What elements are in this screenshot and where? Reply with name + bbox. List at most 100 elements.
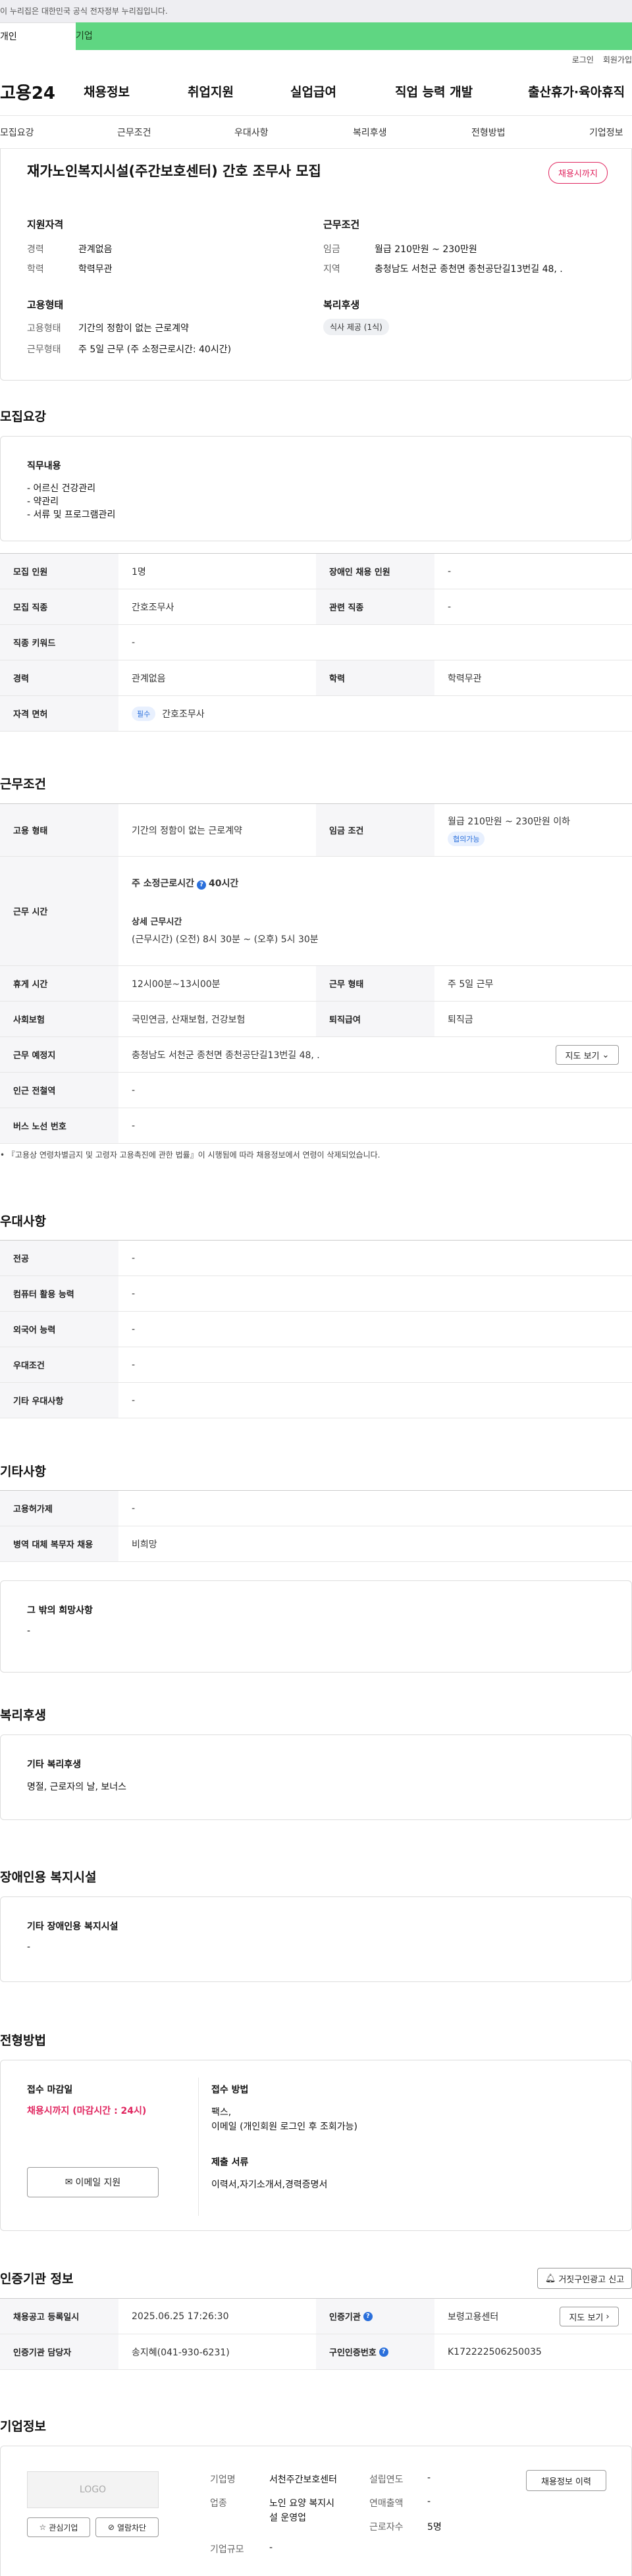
welfare-title: 복리후생	[323, 299, 360, 311]
email-apply-button[interactable]: ✉ 이메일 지원	[27, 2167, 159, 2197]
gnb-item-leave[interactable]: 출산휴가·육아휴직	[528, 82, 625, 100]
wage-label: 임금	[323, 244, 340, 255]
career-value: 관계없음	[78, 244, 113, 255]
td: -	[132, 1288, 136, 1299]
th: 퇴직급여	[316, 1002, 434, 1036]
tab-company[interactable]: 기업	[76, 22, 632, 50]
welfare-chip: 식사 제공 (1식)	[323, 319, 389, 335]
welfare-box-title: 기타 복리후생	[27, 1759, 82, 1770]
td: -	[132, 1120, 136, 1131]
selection-heading: 전형방법	[0, 2033, 46, 2048]
gnb-item-training[interactable]: 직업 능력 개발	[395, 82, 473, 100]
td: -	[132, 1359, 136, 1370]
bell-icon: 🔔︎	[544, 2273, 556, 2284]
table-row: 모집 인원 1명 장애인 채용 인원 -	[0, 554, 632, 589]
info-icon[interactable]: ?	[379, 2347, 388, 2357]
table-row: 휴게 시간 12시00분~13시00분 근무 형태 주 5일 근무	[0, 966, 632, 1002]
table-row: 자격 면허 필수 간호조무사	[0, 696, 632, 732]
table-row: 외국어 능력 -	[0, 1312, 632, 1347]
subnav-company[interactable]: 기업정보	[589, 126, 623, 139]
summary-card: 재가노인복지시설(주간보호센터) 간호 조무사 모집 채용시까지 지원자격 경력…	[0, 149, 632, 381]
td: -	[132, 1395, 136, 1406]
td: -	[448, 566, 452, 577]
etc-card: 그 밖의 희망사항 -	[0, 1580, 632, 1673]
table-row: 인근 전철역 -	[0, 1073, 632, 1108]
main-nav: 고용24 채용정보 취업지원 실업급여 직업 능력 개발 출산휴가·육아휴직	[0, 68, 632, 116]
etc-heading: 기타사항	[0, 1464, 46, 1479]
th: 컴퓨터 활용 능력	[0, 1276, 118, 1311]
qual-title: 지원자격	[27, 219, 64, 230]
gov-banner: 이 누리집은 대한민국 공식 전자정부 누리집입니다.	[0, 0, 632, 22]
recruit-table: 모집 인원 1명 장애인 채용 인원 - 모집 직종 간호조무사 관련 직종 - 직종 …	[0, 553, 632, 732]
td: 관계없음	[132, 673, 166, 684]
docs-title: 제출 서류	[211, 2157, 249, 2168]
site-logo[interactable]: 고용24	[0, 80, 84, 104]
gnb-item-jobs[interactable]: 채용정보	[84, 82, 130, 100]
negotiable-tag: 협의가능	[448, 831, 485, 846]
disab-box-title: 기타 장애인용 복지시설	[27, 1921, 118, 1932]
table-row: 기타 우대사항 -	[0, 1383, 632, 1418]
wage-cell: 월급 210만원 ~ 230만원 이하 협의가능	[434, 804, 632, 856]
page-title: 재가노인복지시설(주간보호센터) 간호 조무사 모집	[27, 163, 321, 179]
table-row: 근무 예정지 충청남도 서천군 종천면 종천공단길13번길 48, . 지도 보기…	[0, 1037, 632, 1073]
fav-company-button[interactable]: ☆ 관심기업	[27, 2517, 90, 2537]
gnb-item-support[interactable]: 취업지원	[188, 82, 234, 100]
td: 기간의 정함이 없는 근로계약	[132, 825, 242, 836]
deadline-value: 채용시까지 (마감시간 : 24시)	[27, 2106, 147, 2116]
divider	[198, 2078, 199, 2216]
pref-heading: 우대사항	[0, 1214, 46, 1229]
th: 기타 우대사항	[0, 1383, 118, 1418]
th: 장애인 채용 인원	[316, 554, 434, 589]
th: 경력	[0, 660, 118, 695]
td: -	[132, 1324, 136, 1335]
td: 비희망	[132, 1539, 157, 1550]
th: 근무 형태	[316, 966, 434, 1001]
table-row: 사회보험 국민연금, 산재보험, 건강보험 퇴직급여 퇴직금	[0, 1002, 632, 1037]
wage-value: 월급 210만원 ~ 230만원	[375, 244, 477, 255]
duty-2: - 약관리	[27, 496, 59, 507]
subnav-pref[interactable]: 우대사항	[234, 126, 269, 139]
etc-box-title: 그 밖의 희망사항	[27, 1605, 93, 1616]
gnb-menu: 채용정보 취업지원 실업급여 직업 능력 개발 출산휴가·육아휴직	[84, 82, 632, 102]
td: -	[132, 637, 136, 648]
subnav-work[interactable]: 근무조건	[117, 126, 151, 139]
status-badge: 채용시까지	[548, 162, 608, 184]
cond-title: 근무조건	[323, 219, 360, 230]
worktype-label: 근무형태	[27, 344, 61, 355]
subnav-selection[interactable]: 전형방법	[471, 126, 506, 139]
login-link[interactable]: 로그인	[572, 54, 594, 65]
wage-value: 월급 210만원 ~ 230만원 이하	[448, 816, 571, 827]
duty-3: - 서류 및 프로그램관리	[27, 510, 116, 520]
time-main: 주 소정근로시간? 40시간	[132, 876, 238, 890]
th: 자격 면허	[0, 696, 118, 731]
history-button[interactable]: 채용정보 이력	[526, 2470, 606, 2491]
year-label: 설립연도	[369, 2475, 404, 2485]
table-row: 고용허가제 -	[0, 1491, 632, 1526]
signup-link[interactable]: 회원가입	[603, 54, 632, 65]
industry-label: 업종	[210, 2498, 227, 2509]
th: 인증기관 담당자	[0, 2334, 118, 2369]
page: 이 누리집은 대한민국 공식 전자정부 누리집입니다. 개인 기업 로그인 회원…	[0, 0, 632, 2576]
info-icon[interactable]: ?	[197, 880, 207, 890]
block-button[interactable]: ⊘ 열람차단	[95, 2517, 159, 2537]
subnav-welfare[interactable]: 복리후생	[353, 126, 387, 139]
th: 관련 직종	[316, 589, 434, 624]
td: -	[132, 1085, 136, 1096]
table-row: 전공 -	[0, 1241, 632, 1276]
th-num: 구인인증번호?	[316, 2334, 434, 2369]
method-value-2: 이메일 (개인회원 로그인 후 조회가능)	[211, 2122, 357, 2132]
method-title: 접수 방법	[211, 2085, 249, 2095]
org-map-label: 지도 보기	[569, 2313, 604, 2323]
map-button-label: 지도 보기	[565, 1051, 600, 1061]
report-button[interactable]: 🔔︎ 거짓구인광고 신고	[537, 2268, 632, 2289]
duty-title: 직무내용	[27, 461, 61, 471]
tab-personal[interactable]: 개인	[0, 22, 76, 50]
gnb-item-unemployment[interactable]: 실업급여	[290, 82, 336, 100]
history-label: 채용정보 이력	[541, 2477, 591, 2487]
subnav-recruit[interactable]: 모집요강	[0, 126, 34, 139]
info-icon[interactable]: ?	[363, 2311, 373, 2321]
th-org: 인증기관?	[316, 2299, 434, 2334]
report-button-label: 거짓구인광고 신고	[558, 2274, 625, 2285]
map-button[interactable]: 지도 보기 ⌄	[556, 1045, 619, 1065]
org-map-button[interactable]: 지도 보기 ›	[560, 2307, 619, 2326]
